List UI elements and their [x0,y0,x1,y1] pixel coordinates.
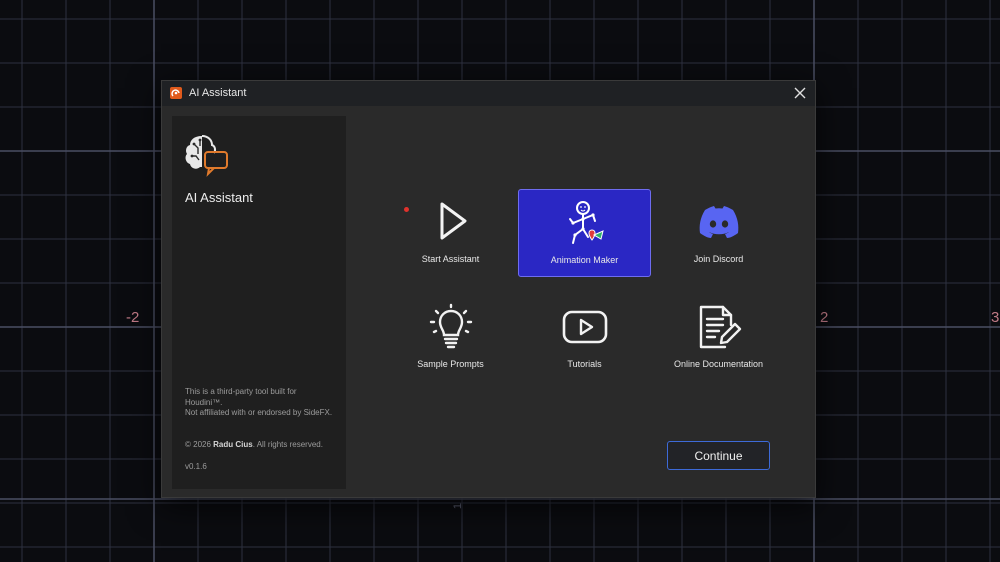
stick-figure-icon [568,201,604,244]
tile-start-assistant[interactable]: Start Assistant [384,189,517,277]
disclaimer-line-1: This is a third-party tool built for Hou… [185,387,297,407]
dialog-title: AI Assistant [189,87,247,99]
axis-label-3: 3 [991,309,1000,326]
version-label: v0.1.6 [185,462,207,471]
play-icon [440,202,466,240]
discord-icon [699,206,738,238]
brain-chat-icon [185,135,228,177]
axis-label-1: 1 [452,502,465,510]
tile-sample-prompts[interactable]: Sample Prompts [384,294,517,382]
houdini-app-icon [170,87,182,99]
dialog-titlebar[interactable]: AI Assistant [162,81,815,106]
tile-tutorials[interactable]: Tutorials [518,294,651,382]
copyright-owner: Radu Cius [213,440,253,449]
continue-button[interactable]: Continue [667,441,770,470]
youtube-icon [562,310,607,344]
sidebar-panel: AI Assistant This is a third-party tool … [172,116,346,489]
copyright-text: © 2026 Radu Cius. All rights reserved. [185,440,345,449]
ai-assistant-dialog: AI Assistant AI Assistant This is a thir… [161,80,816,498]
tile-label: Sample Prompts [417,359,484,369]
tile-label: Join Discord [693,254,744,264]
brand-title: AI Assistant [185,190,253,205]
axis-label-neg2: -2 [126,309,140,326]
tile-label: Tutorials [567,359,602,369]
tile-label: Online Documentation [673,359,764,369]
tile-label: Animation Maker [550,255,619,265]
close-icon[interactable] [791,84,809,102]
axis-label-2: 2 [820,309,829,326]
disclaimer-line-2: Not affiliated with or endorsed by SideF… [185,408,333,417]
tile-animation-maker[interactable]: Animation Maker [518,189,651,277]
lightbulb-icon [429,303,472,349]
disclaimer-text: This is a third-party tool built for Hou… [185,387,335,419]
copyright-suffix: . All rights reserved. [252,440,323,449]
tile-online-documentation[interactable]: Online Documentation [652,294,785,382]
document-pen-icon [699,305,741,349]
copyright-prefix: © 2026 [185,440,214,449]
tile-join-discord[interactable]: Join Discord [652,189,785,277]
tile-label: Start Assistant [421,254,480,264]
